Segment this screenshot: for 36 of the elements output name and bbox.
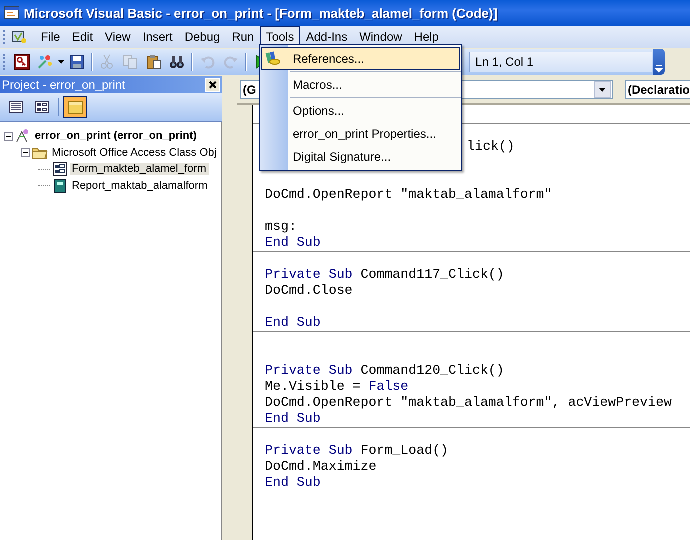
code-line: DoCmd.OpenReport "maktab_alamalform", acViewPreview <box>265 395 672 410</box>
menu-item[interactable]: Window <box>354 26 408 48</box>
menu-option[interactable]: Macros... <box>261 73 460 96</box>
code-line: End Sub <box>265 411 321 426</box>
tree-item[interactable]: Form_makteb_alamel_form <box>70 163 208 176</box>
menu-option[interactable]: References... <box>261 47 460 70</box>
menu-item[interactable]: Insert <box>136 26 179 48</box>
code-line: DoCmd.Maximize <box>265 459 377 474</box>
code-line: Me.Visible = False <box>265 379 409 394</box>
menu-item[interactable]: Add-Ins <box>300 26 354 48</box>
menu-option[interactable]: Options... <box>261 99 460 122</box>
code-line: lick() <box>467 139 515 154</box>
tree-item[interactable]: Microsoft Office Access Class Obj <box>50 146 219 159</box>
panel-title: Project - error_on_print <box>2 78 126 92</box>
code-line: Private Sub Command120_Click() <box>265 363 504 378</box>
menu-item[interactable]: Debug <box>178 26 226 48</box>
menu-item[interactable]: Help <box>408 26 445 48</box>
menu-option[interactable]: error_on_print Properties... <box>261 122 460 145</box>
code-line: End Sub <box>265 475 321 490</box>
cursor-position: Ln 1, Col 1 <box>468 52 652 72</box>
code-line: msg: <box>265 219 297 234</box>
code-line: DoCmd.OpenReport "maktab_alamalform" <box>265 187 552 202</box>
tree-item[interactable]: Report_maktab_alamalform <box>70 180 210 192</box>
code-line: Private Sub Form_Load() <box>265 443 449 458</box>
menu-item[interactable]: View <box>99 26 137 48</box>
menu-item[interactable]: Run <box>226 26 260 48</box>
menu-item[interactable]: Edit <box>66 26 100 48</box>
tree-item[interactable]: error_on_print (error_on_print) <box>33 130 199 142</box>
menu-item[interactable]: File <box>35 26 66 48</box>
code-line: End Sub <box>265 315 321 330</box>
menu-option[interactable]: Digital Signature... <box>261 145 460 168</box>
code-line: End Sub <box>265 235 321 250</box>
window-title: Microsoft Visual Basic - error_on_print - [Form_makteb_alamel_form (Code)] <box>24 6 498 20</box>
code-line: DoCmd.Close <box>265 283 353 298</box>
code-line: Private Sub Command117_Click() <box>265 267 504 282</box>
procedure-dropdown[interactable]: (Declaratio <box>624 80 690 99</box>
